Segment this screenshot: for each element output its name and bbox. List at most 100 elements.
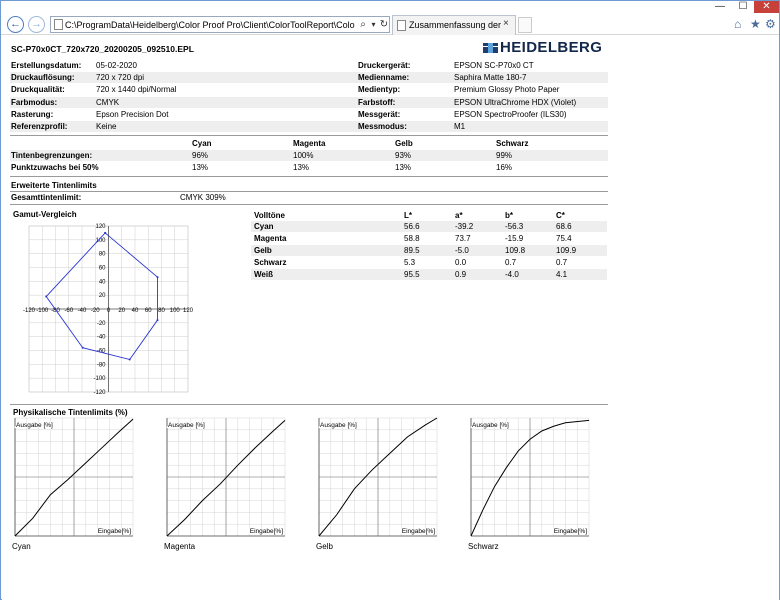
info-value: 720 x 1440 dpi/Normal <box>96 85 177 94</box>
x-tick-label: -20 <box>91 308 100 314</box>
solids-cell: 68.6 <box>556 222 572 231</box>
row-bg <box>251 221 607 232</box>
gamut-point <box>81 346 84 349</box>
ink-cell: 100% <box>293 151 314 160</box>
solids-cell: 109.9 <box>556 246 577 255</box>
gamut-point <box>104 231 107 234</box>
solids-row-label: Cyan <box>254 222 274 231</box>
info-label: Druckqualität: <box>11 85 65 94</box>
ink-col-header: Cyan <box>192 139 212 148</box>
x-tick-label: -100 <box>36 308 49 314</box>
address-text[interactable]: C:\ProgramData\Heidelberg\Color Proof Pr… <box>65 18 355 32</box>
solids-header: C* <box>556 211 565 220</box>
tab-report[interactable]: Zusammenfassung der Kali... × <box>392 15 516 35</box>
ink-cell: 99% <box>496 151 513 160</box>
info-label: Erstellungsdatum: <box>11 61 82 70</box>
info-label: Medientyp: <box>358 85 401 94</box>
info-label: Messmodus: <box>358 122 407 131</box>
info-value: EPSON SC-P70x0 CT <box>454 61 534 70</box>
back-button[interactable]: ← <box>7 16 24 33</box>
y-tick-label: -20 <box>97 321 106 327</box>
y-tick-label: 40 <box>99 279 106 285</box>
x-tick-label: -120 <box>23 308 36 314</box>
gamut-title: Gamut-Vergleich <box>13 210 77 219</box>
solids-header: L* <box>404 211 412 220</box>
refresh-icon[interactable]: ↻ <box>379 17 389 32</box>
ink-row-label: Punktzuwachs bei 50% <box>11 163 99 172</box>
solids-cell: 0.7 <box>505 258 517 267</box>
report-page: SC-P70x0CT_720x720_20200205_092510.EPL H… <box>2 36 779 600</box>
info-value: Epson Precision Dot <box>96 110 169 119</box>
home-icon[interactable]: ⌂ <box>734 17 741 31</box>
title-bar: — ☐ ✕ <box>1 1 779 13</box>
ink-cell: 96% <box>192 151 209 160</box>
divider <box>10 404 608 405</box>
tab-close-button[interactable]: × <box>503 18 509 30</box>
total-ink-label: Gesamttintenlimit: <box>11 193 82 202</box>
info-value: EPSON SpectroProofer (ILS30) <box>454 110 567 119</box>
total-ink-value: CMYK 309% <box>180 193 226 202</box>
ink-cell: 16% <box>496 163 513 172</box>
x-axis-label: Eingabe[%] <box>250 528 283 535</box>
gamut-point <box>156 319 159 322</box>
ink-cell: 13% <box>293 163 310 172</box>
ink-cell: 13% <box>192 163 209 172</box>
solids-row-label: Magenta <box>254 234 287 243</box>
info-label: Druckauflösung: <box>11 73 75 82</box>
ink-curve-chart-gelb: Ausgabe [%] Eingabe[%] <box>318 417 438 537</box>
x-tick-label: -80 <box>51 308 60 314</box>
close-window-button[interactable]: ✕ <box>754 1 779 13</box>
logo-mark-icon <box>483 43 498 53</box>
info-label: Messgerät: <box>358 110 401 119</box>
solids-cell: 0.7 <box>556 258 568 267</box>
info-label: Rasterung: <box>11 110 54 119</box>
browser-window: — ☐ ✕ ← → C:\ProgramData\Heidelberg\Colo… <box>0 0 780 600</box>
y-axis-label: Ausgabe [%] <box>168 422 205 429</box>
x-tick-label: 80 <box>158 308 165 314</box>
curve-name: Gelb <box>316 542 333 551</box>
gear-icon[interactable]: ⚙ <box>765 17 776 31</box>
solids-cell: -15.9 <box>505 234 524 243</box>
x-tick-label: -40 <box>78 308 87 314</box>
y-axis-label: Ausgabe [%] <box>472 422 509 429</box>
address-bar[interactable]: C:\ProgramData\Heidelberg\Color Proof Pr… <box>50 16 390 33</box>
y-tick-label: 20 <box>99 293 106 299</box>
maximize-button[interactable]: ☐ <box>732 1 754 13</box>
y-axis-label: Ausgabe [%] <box>16 422 53 429</box>
search-icon[interactable]: ⌕ <box>357 17 369 32</box>
star-icon[interactable]: ★ <box>750 17 761 31</box>
info-value: Saphira Matte 180-7 <box>454 73 527 82</box>
solids-cell: 56.6 <box>404 222 420 231</box>
solids-cell: 0.9 <box>455 270 467 279</box>
ink-col-header: Schwarz <box>496 139 529 148</box>
solids-cell: -39.2 <box>455 222 474 231</box>
ink-row-label: Tintenbegrenzungen: <box>11 151 93 160</box>
info-label: Medienname: <box>358 73 410 82</box>
divider <box>10 176 608 177</box>
info-value: 05-02-2020 <box>96 61 137 70</box>
gamut-point <box>45 295 48 298</box>
solids-header: a* <box>455 211 463 220</box>
solids-cell: 0.0 <box>455 258 467 267</box>
browser-toolbar: ← → C:\ProgramData\Heidelberg\Color Proo… <box>1 13 779 35</box>
row-bg <box>251 269 607 280</box>
ink-curve-chart-magenta: Ausgabe [%] Eingabe[%] <box>166 417 286 537</box>
x-tick-label: -60 <box>64 308 73 314</box>
ink-cell: 93% <box>395 151 412 160</box>
ink-col-header: Gelb <box>395 139 413 148</box>
forward-button[interactable]: → <box>28 16 45 33</box>
chevron-down-icon[interactable]: ▾ <box>369 17 378 32</box>
new-tab-button[interactable] <box>518 17 532 33</box>
curve-name: Schwarz <box>468 542 499 551</box>
heidelberg-logo: HEIDELBERG <box>482 40 610 56</box>
info-label: Farbmodus: <box>11 98 58 107</box>
divider <box>10 204 608 205</box>
solids-cell: -5.0 <box>455 246 469 255</box>
solids-cell: 5.3 <box>404 258 416 267</box>
row-bg <box>251 245 607 256</box>
info-value: CMYK <box>96 98 120 107</box>
minimize-button[interactable]: — <box>708 1 732 13</box>
y-tick-label: 100 <box>95 238 106 244</box>
x-tick-label: 120 <box>183 308 194 314</box>
y-tick-label: -100 <box>93 376 106 382</box>
